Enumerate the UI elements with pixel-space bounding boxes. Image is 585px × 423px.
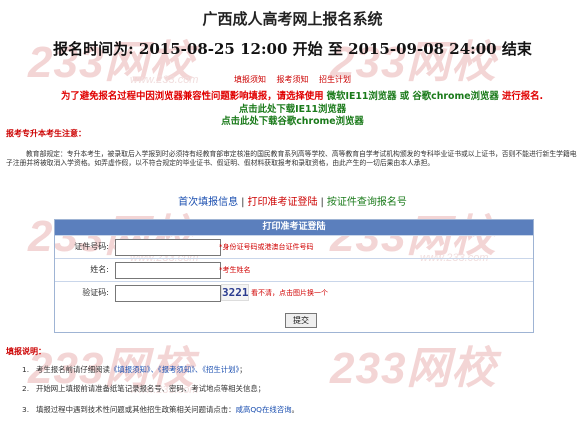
nav-query-by-id[interactable]: 按证件查询报名号 [327, 197, 407, 208]
period-end: 2015-09-08 24:00 [348, 40, 497, 58]
nav-links: 首次填报信息 | 打印准考证登陆 | 按证件查询报名号 [0, 193, 585, 208]
period-start: 2015-08-25 12:00 [138, 40, 288, 58]
id-number-input[interactable] [115, 239, 221, 256]
qq-consult-link[interactable]: 咸高QQ在线咨询 [236, 405, 292, 414]
id-hint: *身份证号码或港澳台证件号码 [219, 243, 314, 251]
submit-button[interactable]: 提交 [285, 313, 317, 328]
captcha-label: 验证码: [82, 288, 109, 297]
tip-item: 3. 填报过程中遇到技术性问题或其他招生政策相关问题请点击：咸高QQ在线咨询。 [22, 404, 299, 415]
tip-text: 考生报名前请仔细阅读 [36, 365, 110, 374]
download-chrome-link[interactable]: 点击此处下载谷歌chrome浏览器 [0, 113, 585, 127]
registration-period: 报名时间为: 2015-08-25 12:00 开始 至 2015-09-08 … [0, 38, 585, 59]
captcha-image[interactable]: 3221 [221, 284, 249, 301]
warning-heading: 报考专升本考生注意： [6, 129, 86, 138]
form-row-name: 姓名: *考生姓名 [55, 258, 533, 281]
tip-post: ； [239, 365, 247, 374]
nav-first-fill[interactable]: 首次填报信息 [178, 197, 238, 208]
nav-print-login[interactable]: 打印准考证登陆 [248, 197, 318, 208]
link-exam-notice[interactable]: 报考须知 [277, 75, 309, 84]
id-label: 证件号码: [74, 242, 109, 251]
form-row-captcha: 验证码: 3221 看不清，点击图片换一个 [55, 281, 533, 304]
form-row-id: 证件号码: *身份证号码或港澳台证件号码 [55, 235, 533, 258]
link-enrollment-plan[interactable]: 招生计划 [319, 75, 351, 84]
name-input[interactable] [115, 262, 221, 279]
period-end-word: 结束 [501, 40, 532, 58]
tip-number: 2. [22, 384, 30, 393]
period-label: 报名时间为: [53, 40, 134, 58]
period-to-word: 至 [327, 40, 343, 58]
captcha-input[interactable] [115, 285, 221, 302]
top-links: 填报须知 报考须知 招生计划 [0, 74, 585, 85]
tip-number: 1. [22, 365, 30, 374]
name-label: 姓名: [90, 265, 109, 274]
page-title: 广西成人高考网上报名系统 [202, 10, 383, 28]
nav-separator: | [241, 197, 245, 208]
form-header: 打印准考证登陆 [55, 220, 533, 235]
tip-links[interactable]: 《填报须知》、《报考须知》、《招生计划》 [110, 365, 239, 374]
link-fill-notice[interactable]: 填报须知 [234, 75, 266, 84]
tip-number: 3. [22, 405, 30, 414]
tip-item: 2. 开始网上填报前请准备纸笔记录报名号、密码、考试地点等相关信息； [22, 383, 265, 394]
period-start-word: 开始 [292, 40, 323, 58]
captcha-hint: 看不清，点击图片换一个 [251, 289, 328, 297]
watermark: 233网校 [330, 344, 497, 393]
browser-notice: 为了避免报名过程中因浏览器兼容性问题影响填报，请选择使用 微软IE11浏览器 或… [28, 88, 576, 102]
tip-post: 。 [291, 405, 299, 414]
tip-text: 填报过程中遇到技术性问题或其他招生政策相关问题请点击： [36, 405, 236, 414]
nav-separator: | [320, 197, 324, 208]
name-hint: *考生姓名 [219, 266, 251, 274]
tip-item: 1. 考生报名前请仔细阅读《填报须知》、《报考须知》、《招生计划》； [22, 364, 247, 375]
tip-text: 开始网上填报前请准备纸笔记录报名号、密码、考试地点等相关信息； [36, 384, 266, 393]
login-form: 打印准考证登陆 证件号码: *身份证号码或港澳台证件号码 姓名: *考生姓名 验… [54, 219, 534, 333]
warning-body: 教育部规定：专升本考生，被录取后入学报到时必须持有经教育部审定核准的国民教育系列… [6, 150, 577, 167]
tips-heading: 填报说明： [6, 347, 46, 356]
